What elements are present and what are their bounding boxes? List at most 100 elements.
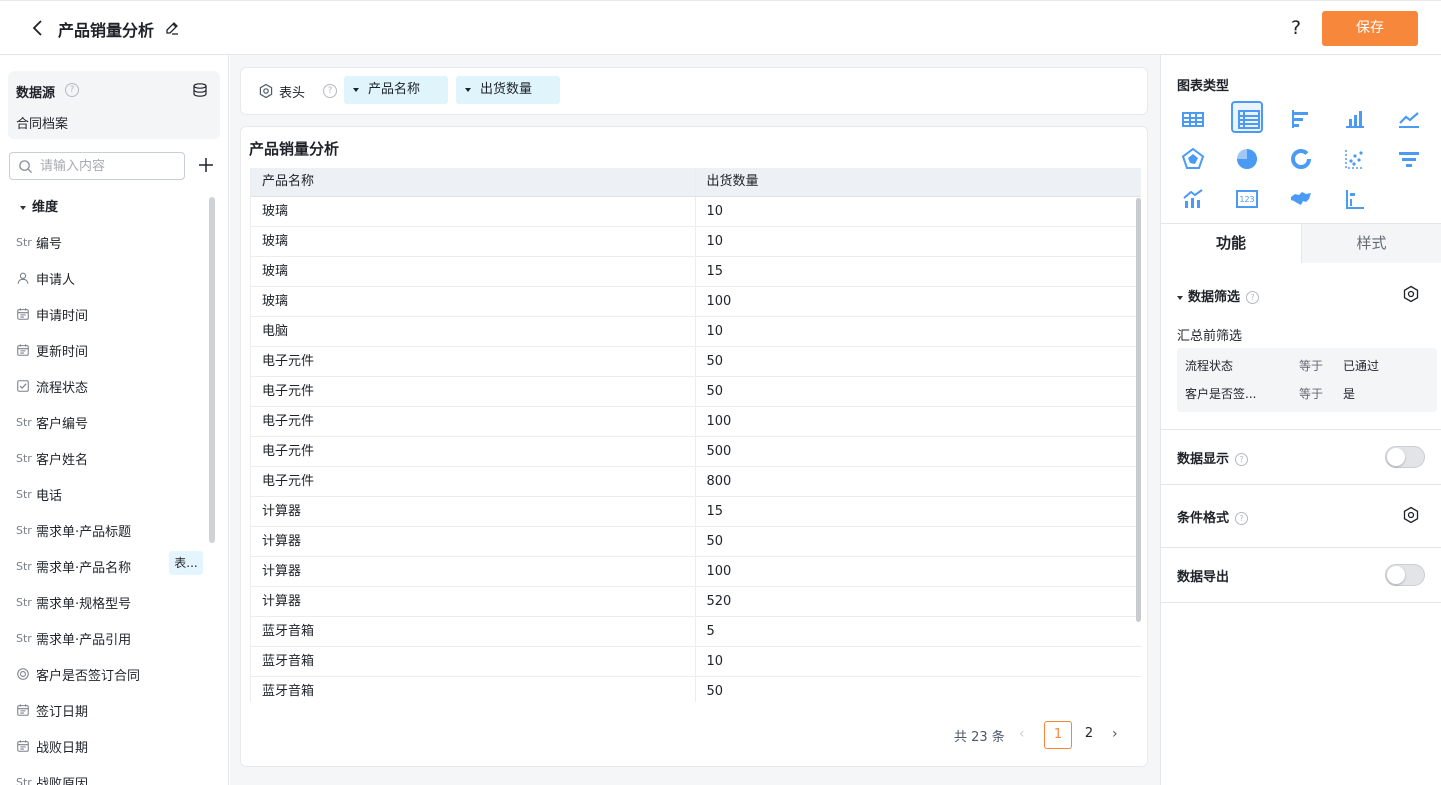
help-icon[interactable]: ? xyxy=(1235,512,1249,525)
field-item[interactable]: Str 需求单·产品引用 xyxy=(16,621,206,657)
field-item[interactable]: 战败日期 xyxy=(16,729,206,765)
caret-down-icon xyxy=(1177,295,1183,300)
field-item[interactable]: 更新时间 xyxy=(16,333,206,369)
field-label: 需求单·产品引用 xyxy=(36,633,132,648)
table-cell: 玻璃 xyxy=(251,227,696,256)
field-usage-tag[interactable]: 表... xyxy=(169,551,203,575)
bar-horizontal-icon[interactable] xyxy=(1285,103,1317,135)
map-icon[interactable] xyxy=(1285,183,1317,215)
help-icon[interactable]: ? xyxy=(1235,453,1249,466)
help-icon[interactable]: ? xyxy=(1285,17,1307,39)
pie-icon[interactable] xyxy=(1231,143,1263,175)
help-icon[interactable]: ? xyxy=(1246,291,1260,304)
conditional-format-header: 条件格式? xyxy=(1177,507,1249,526)
table-body: 玻璃 10 玻璃 10 玻璃 15 玻璃 100 电脑 10 电子元件 50 电子元件 50 电子元件 100… xyxy=(251,197,1141,702)
pill-shipment-qty[interactable]: 出货数量 xyxy=(456,76,560,104)
scrollbar[interactable] xyxy=(209,197,215,543)
dimension-header[interactable]: 维度 xyxy=(20,196,58,215)
field-item[interactable]: 客户是否签订合同 xyxy=(16,657,206,693)
filter-list[interactable]: 流程状态 等于 已通过 客户是否签... 等于 是 xyxy=(1177,348,1437,412)
tab-style[interactable]: 样式 xyxy=(1301,224,1441,263)
field-label: 电话 xyxy=(36,489,63,504)
field-item[interactable]: 流程状态 xyxy=(16,369,206,405)
table-cell: 5 xyxy=(706,624,715,639)
gantt-icon[interactable] xyxy=(1339,183,1371,215)
table-cell: 电子元件 xyxy=(251,407,696,436)
field-item[interactable]: Str 需求单·产品名称 表... xyxy=(16,549,206,585)
settings-icon[interactable] xyxy=(258,83,274,99)
string-type-icon: Str xyxy=(16,524,32,537)
page-2[interactable]: 2 xyxy=(1075,721,1103,749)
datasource-title: 数据源 xyxy=(16,86,56,101)
field-search[interactable] xyxy=(9,152,185,180)
funnel-icon[interactable] xyxy=(1393,143,1425,175)
donut-icon[interactable] xyxy=(1285,143,1317,175)
page-1[interactable]: 1 xyxy=(1044,721,1072,749)
string-type-icon: Str xyxy=(16,236,32,249)
table-cell: 电脑 xyxy=(251,317,696,346)
edit-icon[interactable] xyxy=(164,20,180,36)
line-icon[interactable] xyxy=(1393,103,1425,135)
data-export-toggle[interactable] xyxy=(1385,564,1425,586)
data-display-header: 数据显示? xyxy=(1177,448,1249,467)
table-cell: 蓝牙音箱 xyxy=(251,617,696,646)
scrollbar[interactable] xyxy=(1136,198,1141,622)
table-row: 电脑 10 xyxy=(251,317,1141,347)
prev-page-icon[interactable]: ‹ xyxy=(1019,726,1035,742)
filter-value: 是 xyxy=(1343,387,1356,401)
filter-row: 客户是否签... 等于 是 xyxy=(1185,384,1435,404)
back-arrow-icon[interactable] xyxy=(28,18,48,38)
pill-product-name[interactable]: 产品名称 xyxy=(344,76,448,104)
tab-function[interactable]: 功能 xyxy=(1161,224,1301,263)
database-icon[interactable] xyxy=(192,82,208,98)
config-tabs: 功能 样式 xyxy=(1161,223,1441,263)
field-label: 客户姓名 xyxy=(36,453,89,468)
table-cell: 计算器 xyxy=(251,497,696,526)
field-item[interactable]: Str 客户姓名 xyxy=(16,441,206,477)
table-cell: 蓝牙音箱 xyxy=(251,677,696,702)
datasource-name[interactable]: 合同档案 xyxy=(16,113,68,132)
number-card-icon[interactable]: 123 xyxy=(1231,183,1263,215)
table-header-label: 表头 xyxy=(279,86,306,101)
field-item[interactable]: Str 电话 xyxy=(16,477,206,513)
string-type-icon: Str xyxy=(16,596,32,609)
table-row: 玻璃 10 xyxy=(251,227,1141,257)
field-item[interactable]: Str 需求单·规格型号 xyxy=(16,585,206,621)
column-header[interactable]: 出货数量 xyxy=(696,168,1142,196)
data-filter-header[interactable]: 数据筛选? xyxy=(1177,286,1260,305)
field-item[interactable]: Str 客户编号 xyxy=(16,405,206,441)
field-item[interactable]: Str 需求单·产品标题 xyxy=(16,513,206,549)
table-cell: 100 xyxy=(706,414,732,429)
main-canvas: 表头 ? 产品名称 出货数量 产品销量分析 产品名称 出货数量 玻璃 10 玻璃 10… xyxy=(230,55,1160,785)
dimension-title: 维度 xyxy=(32,200,59,215)
search-input[interactable] xyxy=(40,157,180,175)
scatter-icon[interactable] xyxy=(1339,143,1371,175)
next-page-icon[interactable]: › xyxy=(1112,726,1128,742)
add-field-icon[interactable] xyxy=(197,156,215,174)
field-item[interactable]: 申请时间 xyxy=(16,297,206,333)
table-icon[interactable] xyxy=(1177,103,1209,135)
bar-vertical-icon[interactable] xyxy=(1339,103,1371,135)
table-cell: 10 xyxy=(706,204,724,219)
field-item[interactable]: 签订日期 xyxy=(16,693,206,729)
filter-field: 客户是否签... xyxy=(1185,387,1257,401)
radar-icon[interactable] xyxy=(1177,143,1209,175)
filter-settings-icon[interactable] xyxy=(1402,285,1420,303)
save-button[interactable]: 保存 xyxy=(1322,11,1418,46)
field-item[interactable]: Str 战败原因 xyxy=(16,765,206,785)
calendar-icon xyxy=(16,739,32,755)
field-item[interactable]: Str 编号 xyxy=(16,225,206,261)
divider xyxy=(1161,602,1441,603)
help-icon[interactable]: ? xyxy=(65,83,79,97)
column-header[interactable]: 产品名称 xyxy=(251,168,696,196)
table-row: 蓝牙音箱 5 xyxy=(251,617,1141,647)
detail-table-icon[interactable] xyxy=(1231,101,1263,133)
table-row: 计算器 100 xyxy=(251,557,1141,587)
table-cell: 500 xyxy=(706,444,732,459)
conditional-format-settings-icon[interactable] xyxy=(1402,506,1420,524)
data-display-toggle[interactable] xyxy=(1385,446,1425,468)
field-panel: 数据源 ? 合同档案 维度 Str 编号申请人申请时间更新时间流程状态 Str 客户编… xyxy=(0,55,229,785)
field-item[interactable]: 申请人 xyxy=(16,261,206,297)
combo-icon[interactable] xyxy=(1177,183,1209,215)
help-icon[interactable]: ? xyxy=(323,84,337,98)
